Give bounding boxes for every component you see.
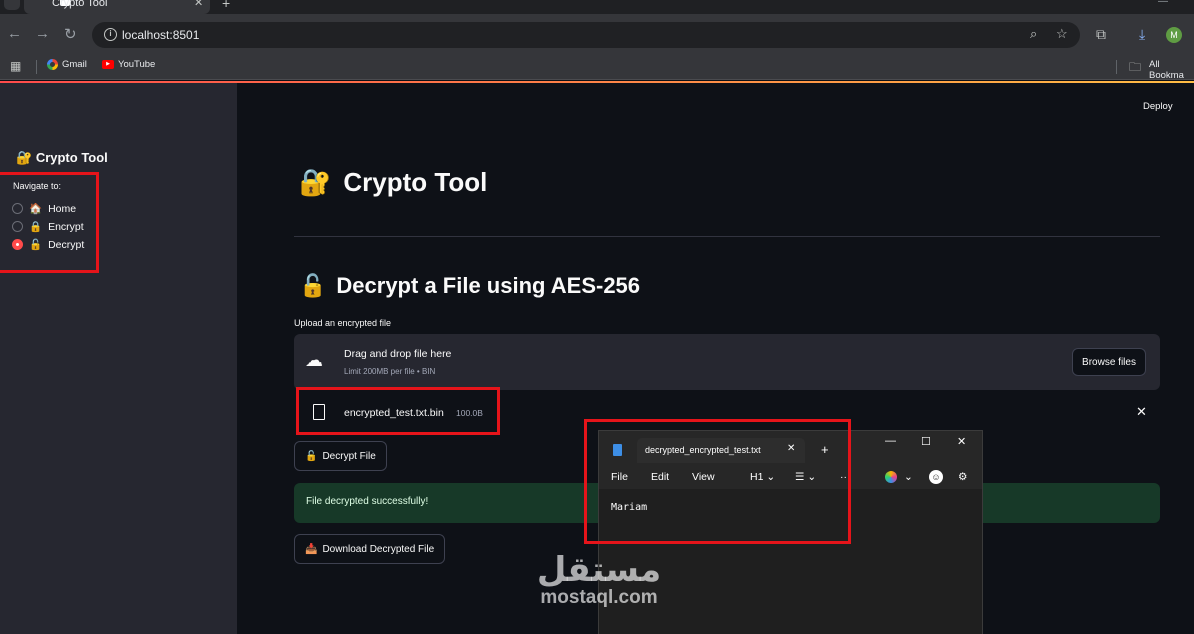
unlock-icon: 🔓 <box>299 273 327 298</box>
close-window-icon[interactable]: ✕ <box>957 435 966 448</box>
bookmarks-bar: ▦ Gmail ▶ YouTube 🗀 All Bookma <box>0 54 1194 81</box>
site-info-icon[interactable]: i <box>104 28 117 41</box>
download-icon: 📥 <box>305 543 318 555</box>
new-tab-icon[interactable]: + <box>222 0 230 11</box>
forward-arrow-icon[interactable]: → <box>35 25 50 42</box>
download-decrypted-label: Download Decrypted File <box>322 543 435 555</box>
dropzone-limit: Limit 200MB per file • BIN <box>344 367 436 376</box>
browser-tab-strip: Crypto Tool ✕ + — <box>0 0 1194 14</box>
watermark-arabic: مستقل <box>536 550 662 590</box>
apps-grid-icon[interactable]: ▦ <box>10 59 21 73</box>
url-text: localhost:8501 <box>122 28 200 42</box>
lock-key-icon: 🔐 <box>299 167 332 197</box>
highlight-box-notepad <box>584 419 851 544</box>
section-heading: 🔓 Decrypt a File using AES-256 <box>299 273 640 299</box>
address-bar[interactable]: i localhost:8501 ⌕ ☆ <box>92 22 1080 48</box>
zoom-search-icon[interactable]: ⌕ <box>1030 26 1037 42</box>
download-decrypted-button[interactable]: 📥 Download Decrypted File <box>294 534 446 564</box>
reload-icon[interactable]: ↻ <box>64 25 77 43</box>
downloads-icon[interactable]: ⤓ <box>1139 26 1145 43</box>
chevron-down-icon[interactable]: ⌄ <box>904 471 913 483</box>
lock-key-icon: 🔐 <box>16 150 33 165</box>
decrypt-file-button[interactable]: 🔓 Decrypt File <box>294 441 387 471</box>
sidebar-title-text: Crypto Tool <box>35 150 108 165</box>
bookmark-youtube-label: YouTube <box>118 59 156 70</box>
highlight-box-nav <box>0 172 99 273</box>
remove-file-icon[interactable]: ✕ <box>1136 404 1147 420</box>
sidebar-title: 🔐 Crypto Tool <box>16 150 108 166</box>
upload-label: Upload an encrypted file <box>294 318 392 328</box>
tab-close-icon[interactable]: ✕ <box>194 0 203 9</box>
file-dropzone[interactable]: ☁ Drag and drop file here Limit 200MB pe… <box>294 334 1160 390</box>
browser-toolbar: ← → ↻ i localhost:8501 ⌕ ☆ ⧉ ⤓ M <box>0 14 1194 54</box>
folder-icon: 🗀 <box>1129 60 1142 74</box>
main-menu-icon[interactable]: ⋮ <box>1190 97 1194 111</box>
bookmark-separator <box>1116 60 1117 74</box>
bookmark-youtube[interactable]: ▶ YouTube <box>102 59 155 70</box>
tab-search-button[interactable] <box>4 0 20 10</box>
bookmark-gmail-label: Gmail <box>62 59 87 70</box>
bookmark-star-icon[interactable]: ☆ <box>1056 26 1068 42</box>
minimize-icon[interactable]: — <box>885 435 896 447</box>
section-heading-text: Decrypt a File using AES-256 <box>336 273 641 298</box>
divider <box>294 236 1160 237</box>
deploy-button[interactable]: Deploy <box>1143 101 1173 112</box>
maximize-icon[interactable]: ☐ <box>921 435 931 448</box>
all-bookmarks-label: All Bookma <box>1149 59 1184 81</box>
cloud-upload-icon: ☁ <box>305 350 323 370</box>
all-bookmarks-link[interactable]: All Bookma <box>1149 59 1194 81</box>
page-title: 🔐 Crypto Tool <box>299 167 487 198</box>
tab-title: Crypto Tool <box>52 0 108 9</box>
mostaql-watermark: مستقل mostaql.com <box>524 552 674 608</box>
google-icon <box>47 59 58 70</box>
account-icon[interactable]: ☺ <box>929 470 943 484</box>
extensions-icon[interactable]: ⧉ <box>1096 26 1106 43</box>
highlight-box-file <box>296 387 500 435</box>
copilot-icon[interactable] <box>885 471 897 483</box>
bookmark-gmail[interactable]: Gmail <box>47 59 87 70</box>
page-title-text: Crypto Tool <box>343 167 488 197</box>
window-minimize-icon[interactable]: — <box>1158 0 1168 7</box>
dropzone-instructions: Drag and drop file here <box>344 348 452 360</box>
sidebar: 🔐 Crypto Tool Navigate to: 🏠 Home 🔒 Encr… <box>0 83 237 634</box>
settings-gear-icon[interactable]: ⚙ <box>958 471 967 483</box>
unlock-icon: 🔓 <box>305 450 318 462</box>
browser-tab-active[interactable]: Crypto Tool ✕ <box>24 0 210 14</box>
decrypt-file-label: Decrypt File <box>322 450 376 462</box>
watermark-english: mostaql.com <box>540 587 658 608</box>
bookmark-separator <box>36 60 37 74</box>
browse-files-button[interactable]: Browse files <box>1072 348 1146 376</box>
profile-avatar[interactable]: M <box>1166 27 1182 43</box>
back-arrow-icon[interactable]: ← <box>7 25 22 42</box>
youtube-icon: ▶ <box>102 60 114 69</box>
